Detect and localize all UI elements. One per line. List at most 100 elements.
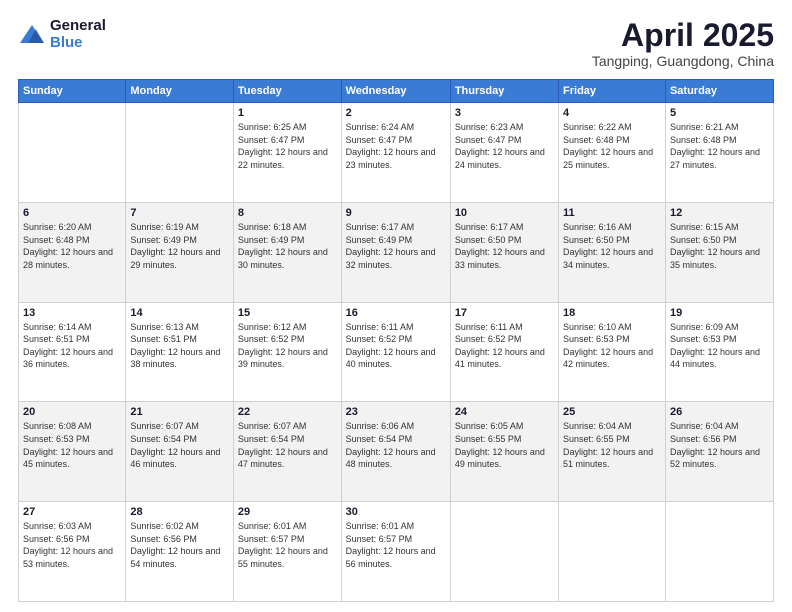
day-info: Sunrise: 6:15 AMSunset: 6:50 PMDaylight:…: [670, 221, 769, 271]
day-info: Sunrise: 6:21 AMSunset: 6:48 PMDaylight:…: [670, 121, 769, 171]
day-info: Sunrise: 6:07 AMSunset: 6:54 PMDaylight:…: [130, 420, 229, 470]
week-row-5: 27 Sunrise: 6:03 AMSunset: 6:56 PMDaylig…: [19, 502, 774, 602]
day-info: Sunrise: 6:19 AMSunset: 6:49 PMDaylight:…: [130, 221, 229, 271]
day-info: Sunrise: 6:18 AMSunset: 6:49 PMDaylight:…: [238, 221, 337, 271]
day-number: 26: [670, 406, 769, 418]
day-info: Sunrise: 6:20 AMSunset: 6:48 PMDaylight:…: [23, 221, 121, 271]
week-row-3: 13 Sunrise: 6:14 AMSunset: 6:51 PMDaylig…: [19, 302, 774, 402]
calendar-header-row: Sunday Monday Tuesday Wednesday Thursday…: [19, 80, 774, 103]
day-info: Sunrise: 6:22 AMSunset: 6:48 PMDaylight:…: [563, 121, 661, 171]
day-number: 2: [346, 107, 446, 119]
day-info: Sunrise: 6:17 AMSunset: 6:50 PMDaylight:…: [455, 221, 554, 271]
day-number: 4: [563, 107, 661, 119]
day-number: 24: [455, 406, 554, 418]
day-number: 22: [238, 406, 337, 418]
day-cell: [126, 103, 234, 203]
day-info: Sunrise: 6:02 AMSunset: 6:56 PMDaylight:…: [130, 520, 229, 570]
day-cell: 27 Sunrise: 6:03 AMSunset: 6:56 PMDaylig…: [19, 502, 126, 602]
day-cell: 12 Sunrise: 6:15 AMSunset: 6:50 PMDaylig…: [665, 202, 773, 302]
day-number: 11: [563, 207, 661, 219]
day-number: 14: [130, 307, 229, 319]
day-number: 28: [130, 506, 229, 518]
day-number: 13: [23, 307, 121, 319]
col-tuesday: Tuesday: [233, 80, 341, 103]
calendar-title: April 2025: [592, 18, 774, 53]
col-friday: Friday: [559, 80, 666, 103]
day-cell: 19 Sunrise: 6:09 AMSunset: 6:53 PMDaylig…: [665, 302, 773, 402]
day-number: 27: [23, 506, 121, 518]
day-cell: 25 Sunrise: 6:04 AMSunset: 6:55 PMDaylig…: [559, 402, 666, 502]
day-info: Sunrise: 6:05 AMSunset: 6:55 PMDaylight:…: [455, 420, 554, 470]
day-cell: 29 Sunrise: 6:01 AMSunset: 6:57 PMDaylig…: [233, 502, 341, 602]
day-number: 1: [238, 107, 337, 119]
logo: General Blue: [18, 18, 106, 51]
day-cell: [559, 502, 666, 602]
day-number: 9: [346, 207, 446, 219]
day-info: Sunrise: 6:13 AMSunset: 6:51 PMDaylight:…: [130, 321, 229, 371]
day-number: 18: [563, 307, 661, 319]
day-info: Sunrise: 6:04 AMSunset: 6:56 PMDaylight:…: [670, 420, 769, 470]
day-cell: 5 Sunrise: 6:21 AMSunset: 6:48 PMDayligh…: [665, 103, 773, 203]
day-info: Sunrise: 6:07 AMSunset: 6:54 PMDaylight:…: [238, 420, 337, 470]
day-cell: 1 Sunrise: 6:25 AMSunset: 6:47 PMDayligh…: [233, 103, 341, 203]
day-number: 6: [23, 207, 121, 219]
day-cell: 6 Sunrise: 6:20 AMSunset: 6:48 PMDayligh…: [19, 202, 126, 302]
day-info: Sunrise: 6:01 AMSunset: 6:57 PMDaylight:…: [346, 520, 446, 570]
title-block: April 2025 Tangping, Guangdong, China: [592, 18, 774, 69]
day-number: 20: [23, 406, 121, 418]
day-cell: 10 Sunrise: 6:17 AMSunset: 6:50 PMDaylig…: [450, 202, 558, 302]
logo-general-text: General: [50, 18, 106, 35]
col-thursday: Thursday: [450, 80, 558, 103]
col-saturday: Saturday: [665, 80, 773, 103]
day-info: Sunrise: 6:09 AMSunset: 6:53 PMDaylight:…: [670, 321, 769, 371]
day-number: 23: [346, 406, 446, 418]
day-cell: 20 Sunrise: 6:08 AMSunset: 6:53 PMDaylig…: [19, 402, 126, 502]
day-cell: 15 Sunrise: 6:12 AMSunset: 6:52 PMDaylig…: [233, 302, 341, 402]
calendar-table: Sunday Monday Tuesday Wednesday Thursday…: [18, 79, 774, 602]
day-info: Sunrise: 6:11 AMSunset: 6:52 PMDaylight:…: [455, 321, 554, 371]
day-cell: [450, 502, 558, 602]
day-number: 21: [130, 406, 229, 418]
day-cell: 9 Sunrise: 6:17 AMSunset: 6:49 PMDayligh…: [341, 202, 450, 302]
col-wednesday: Wednesday: [341, 80, 450, 103]
day-info: Sunrise: 6:08 AMSunset: 6:53 PMDaylight:…: [23, 420, 121, 470]
day-info: Sunrise: 6:23 AMSunset: 6:47 PMDaylight:…: [455, 121, 554, 171]
day-cell: 22 Sunrise: 6:07 AMSunset: 6:54 PMDaylig…: [233, 402, 341, 502]
day-cell: 28 Sunrise: 6:02 AMSunset: 6:56 PMDaylig…: [126, 502, 234, 602]
day-number: 25: [563, 406, 661, 418]
day-cell: [19, 103, 126, 203]
day-number: 19: [670, 307, 769, 319]
day-info: Sunrise: 6:01 AMSunset: 6:57 PMDaylight:…: [238, 520, 337, 570]
day-number: 5: [670, 107, 769, 119]
day-number: 17: [455, 307, 554, 319]
day-cell: 4 Sunrise: 6:22 AMSunset: 6:48 PMDayligh…: [559, 103, 666, 203]
day-cell: 21 Sunrise: 6:07 AMSunset: 6:54 PMDaylig…: [126, 402, 234, 502]
col-sunday: Sunday: [19, 80, 126, 103]
day-cell: 23 Sunrise: 6:06 AMSunset: 6:54 PMDaylig…: [341, 402, 450, 502]
day-info: Sunrise: 6:16 AMSunset: 6:50 PMDaylight:…: [563, 221, 661, 271]
day-info: Sunrise: 6:06 AMSunset: 6:54 PMDaylight:…: [346, 420, 446, 470]
day-info: Sunrise: 6:17 AMSunset: 6:49 PMDaylight:…: [346, 221, 446, 271]
col-monday: Monday: [126, 80, 234, 103]
day-info: Sunrise: 6:11 AMSunset: 6:52 PMDaylight:…: [346, 321, 446, 371]
day-info: Sunrise: 6:24 AMSunset: 6:47 PMDaylight:…: [346, 121, 446, 171]
day-cell: 30 Sunrise: 6:01 AMSunset: 6:57 PMDaylig…: [341, 502, 450, 602]
day-info: Sunrise: 6:03 AMSunset: 6:56 PMDaylight:…: [23, 520, 121, 570]
day-cell: 11 Sunrise: 6:16 AMSunset: 6:50 PMDaylig…: [559, 202, 666, 302]
day-cell: 7 Sunrise: 6:19 AMSunset: 6:49 PMDayligh…: [126, 202, 234, 302]
day-number: 16: [346, 307, 446, 319]
calendar-location: Tangping, Guangdong, China: [592, 53, 774, 69]
day-cell: 18 Sunrise: 6:10 AMSunset: 6:53 PMDaylig…: [559, 302, 666, 402]
day-cell: 14 Sunrise: 6:13 AMSunset: 6:51 PMDaylig…: [126, 302, 234, 402]
day-cell: 26 Sunrise: 6:04 AMSunset: 6:56 PMDaylig…: [665, 402, 773, 502]
day-cell: 13 Sunrise: 6:14 AMSunset: 6:51 PMDaylig…: [19, 302, 126, 402]
week-row-2: 6 Sunrise: 6:20 AMSunset: 6:48 PMDayligh…: [19, 202, 774, 302]
day-number: 29: [238, 506, 337, 518]
day-cell: [665, 502, 773, 602]
day-number: 7: [130, 207, 229, 219]
logo-text: General Blue: [50, 18, 106, 51]
day-number: 15: [238, 307, 337, 319]
day-cell: 3 Sunrise: 6:23 AMSunset: 6:47 PMDayligh…: [450, 103, 558, 203]
day-cell: 17 Sunrise: 6:11 AMSunset: 6:52 PMDaylig…: [450, 302, 558, 402]
logo-icon: [18, 21, 46, 49]
